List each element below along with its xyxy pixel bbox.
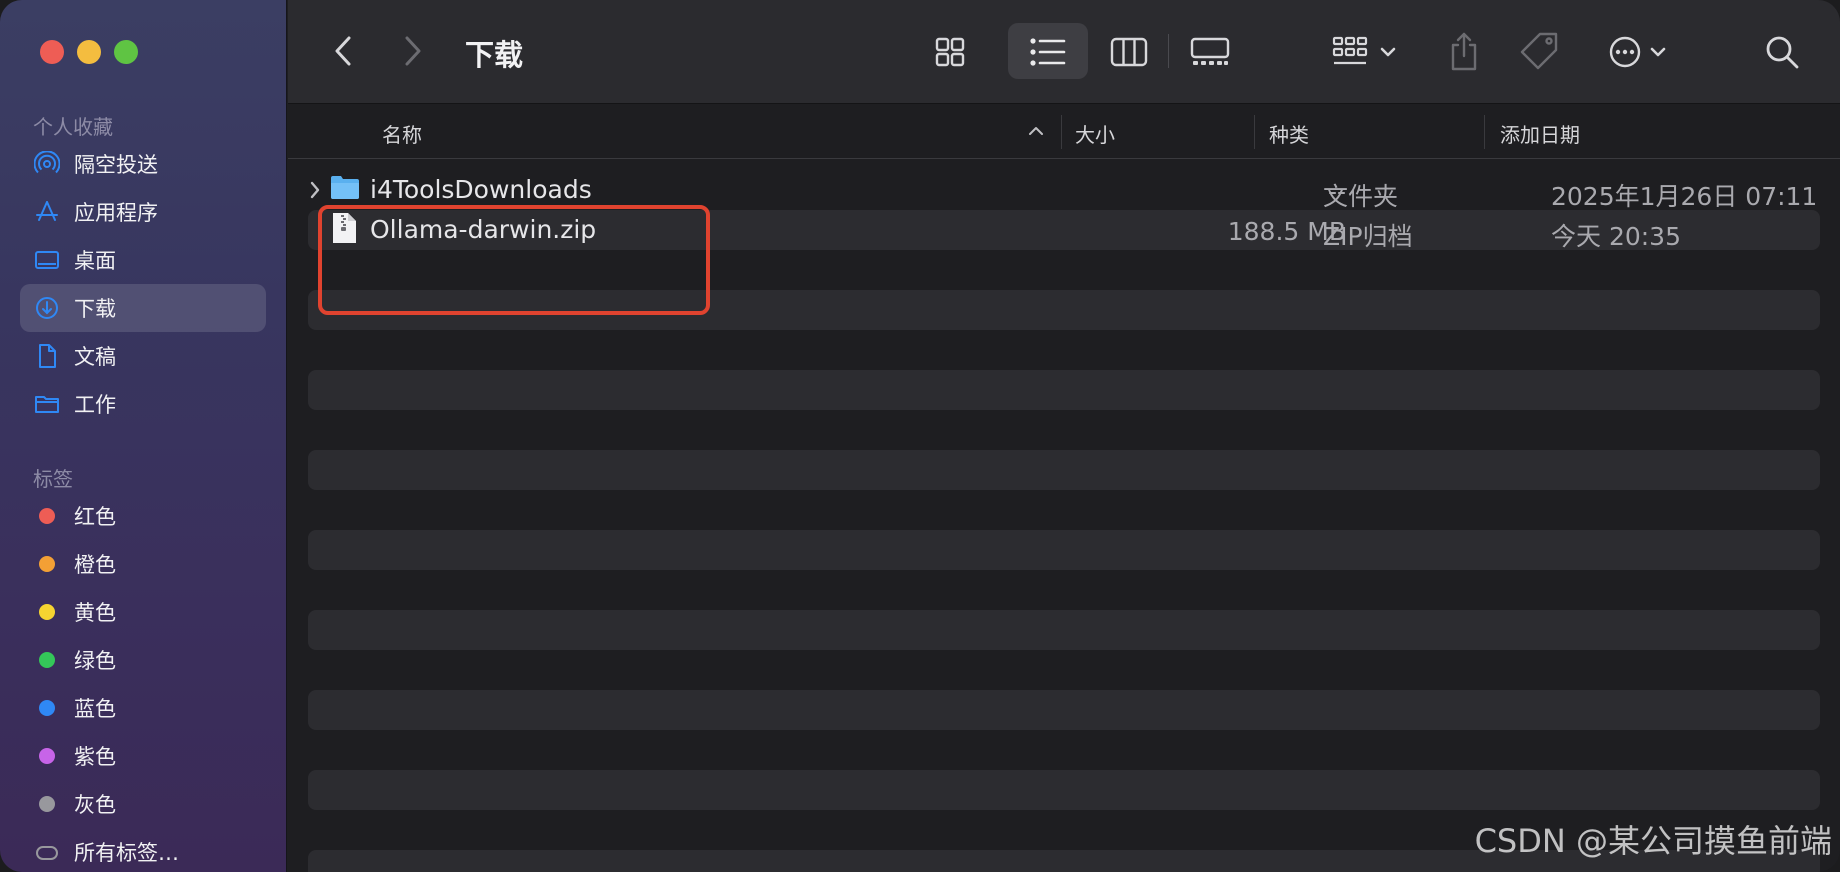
sort-ascending-indicator[interactable] [1026, 119, 1046, 143]
sidebar: 个人收藏 隔空投送 应用程序 桌面 下载 文稿 工作 标签 红色 橙色 黄色 绿… [0, 0, 287, 872]
column-date-header[interactable]: 添加日期 [1500, 119, 1580, 148]
sidebar-item-documents[interactable]: 文稿 [20, 332, 266, 380]
column-view-button[interactable] [1106, 30, 1152, 74]
ellipsis-circle-icon [1609, 36, 1666, 68]
group-by-button[interactable] [1330, 30, 1404, 74]
file-name: i4ToolsDownloads [370, 175, 592, 204]
tag-dot-icon [34, 743, 60, 769]
sidebar-item-label: 隔空投送 [74, 153, 158, 177]
grid-icon [935, 37, 965, 67]
sidebar-item-desktop[interactable]: 桌面 [20, 236, 266, 284]
sidebar-tag-yellow[interactable]: 黄色 [20, 588, 266, 636]
sidebar-item-label: 灰色 [74, 793, 116, 817]
finder-window: 个人收藏 隔空投送 应用程序 桌面 下载 文稿 工作 标签 红色 橙色 黄色 绿… [0, 0, 1840, 872]
annotation-highlight-box [318, 205, 710, 315]
list-icon [1030, 38, 1066, 66]
zoom-button[interactable] [114, 40, 138, 64]
sidebar-item-label: 应用程序 [74, 201, 158, 225]
column-size-header[interactable]: 大小 [1075, 119, 1115, 148]
tags-section-label: 标签 [33, 467, 73, 491]
sidebar-all-tags[interactable]: 所有标签… [20, 828, 266, 872]
window-controls [40, 40, 138, 64]
list-view-button[interactable] [1026, 30, 1070, 74]
tag-dot-icon [34, 503, 60, 529]
sidebar-item-downloads[interactable]: 下载 [20, 284, 266, 332]
sidebar-item-applications[interactable]: 应用程序 [20, 188, 266, 236]
search-icon [1766, 36, 1799, 69]
tag-button[interactable] [1518, 28, 1562, 74]
applications-icon [34, 199, 60, 225]
file-date: 今天 20:35 [1551, 222, 1681, 251]
sidebar-item-airdrop[interactable]: 隔空投送 [20, 140, 266, 188]
downloads-icon [34, 295, 60, 321]
disclosure-chevron-icon[interactable] [308, 178, 322, 207]
chevron-up-icon [1029, 127, 1043, 135]
window-title: 下载 [465, 38, 524, 72]
sidebar-tag-green[interactable]: 绿色 [20, 636, 266, 684]
sidebar-item-label: 绿色 [74, 649, 116, 673]
tag-dot-icon [34, 599, 60, 625]
row-stripe [308, 770, 1820, 810]
toolbar-divider [1168, 34, 1169, 68]
gallery-view-button[interactable] [1186, 30, 1234, 74]
minimize-button[interactable] [77, 40, 101, 64]
sidebar-item-label: 紫色 [74, 745, 116, 769]
favorites-section-label: 个人收藏 [33, 115, 113, 139]
sidebar-tag-red[interactable]: 红色 [20, 492, 266, 540]
row-stripe [308, 370, 1820, 410]
desktop-icon [34, 247, 60, 273]
tag-icon [1520, 32, 1558, 70]
tag-dot-icon [34, 791, 60, 817]
sidebar-item-label: 蓝色 [74, 697, 116, 721]
toolbar: 下载 [288, 0, 1840, 104]
airdrop-icon [34, 151, 60, 177]
file-date: 2025年1月26日 07:11 [1551, 182, 1818, 211]
tag-dot-icon [34, 551, 60, 577]
columns-icon [1110, 37, 1148, 67]
row-stripe [308, 690, 1820, 730]
more-actions-button[interactable] [1606, 30, 1674, 74]
gallery-icon [1190, 37, 1230, 65]
sidebar-item-label: 工作 [74, 393, 116, 417]
chevron-right-icon [405, 36, 421, 66]
file-kind: 文件夹 [1323, 182, 1399, 211]
main-pane: 下载 名称 大小 种类 添加日期 i4ToolsDownloads -- 文件夹… [288, 0, 1840, 872]
sidebar-item-label: 文稿 [74, 345, 116, 369]
tag-dot-icon [34, 695, 60, 721]
table-row[interactable]: i4ToolsDownloads -- 文件夹 2025年1月26日 07:11 [308, 170, 1820, 211]
icon-view-button[interactable] [928, 30, 972, 74]
share-icon [1451, 32, 1477, 71]
forward-button[interactable] [398, 32, 428, 70]
chevron-left-icon [335, 36, 351, 66]
close-button[interactable] [40, 40, 64, 64]
sidebar-item-work[interactable]: 工作 [20, 380, 266, 428]
sidebar-tag-blue[interactable]: 蓝色 [20, 684, 266, 732]
group-icon [1332, 36, 1396, 65]
document-icon [34, 343, 60, 369]
folder-icon [34, 391, 60, 417]
row-stripe [308, 450, 1820, 490]
column-name-header[interactable]: 名称 [382, 119, 422, 148]
tag-dot-icon [34, 647, 60, 673]
sidebar-tag-purple[interactable]: 紫色 [20, 732, 266, 780]
row-stripe [308, 610, 1820, 650]
back-button[interactable] [328, 32, 358, 70]
search-button[interactable] [1762, 30, 1802, 74]
sidebar-item-label: 桌面 [74, 249, 116, 273]
share-button[interactable] [1444, 28, 1484, 74]
file-kind: ZIP归档 [1323, 222, 1413, 251]
sidebar-item-label: 所有标签… [74, 841, 179, 865]
column-header: 名称 大小 种类 添加日期 [288, 105, 1840, 159]
sidebar-item-label: 红色 [74, 505, 116, 529]
sidebar-tag-orange[interactable]: 橙色 [20, 540, 266, 588]
sidebar-item-label: 黄色 [74, 601, 116, 625]
row-stripe [308, 530, 1820, 570]
all-tags-icon [34, 839, 60, 865]
folder-icon [330, 172, 360, 208]
watermark: CSDN @某公司摸鱼前端 [1474, 822, 1832, 860]
sidebar-item-label: 橙色 [74, 553, 116, 577]
column-kind-header[interactable]: 种类 [1269, 119, 1309, 148]
sidebar-item-label: 下载 [74, 297, 116, 321]
sidebar-tag-gray[interactable]: 灰色 [20, 780, 266, 828]
